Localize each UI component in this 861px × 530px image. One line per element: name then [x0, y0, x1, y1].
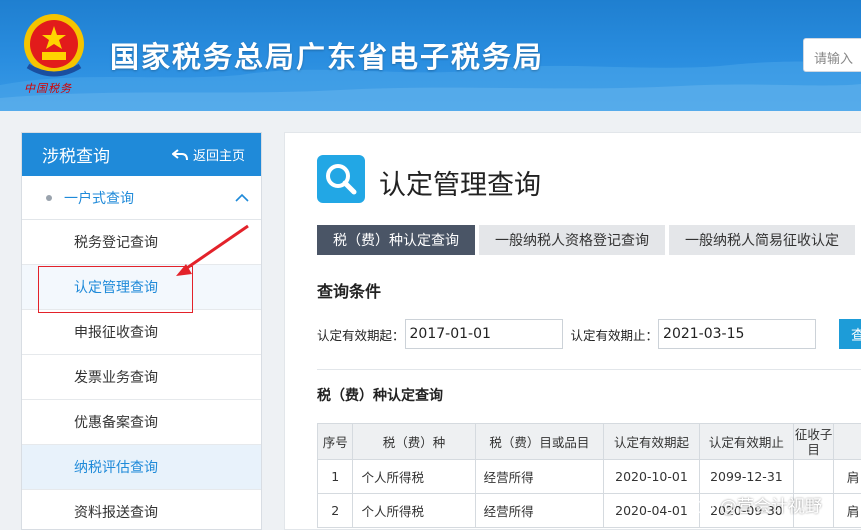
tab-tax-type[interactable]: 税（费）种认定查询 — [317, 225, 475, 255]
table-cell: 2020-04-01 — [603, 493, 700, 528]
tax-emblem-icon — [24, 14, 84, 77]
col-header: 序号 — [316, 423, 354, 460]
start-date-label: 认定有效期起： — [317, 327, 405, 343]
sidebar-item-submission[interactable]: 资料报送查询 — [22, 490, 261, 530]
table-cell: 经营所得 — [474, 493, 605, 528]
end-date-field[interactable]: 2021-03-15 — [658, 319, 817, 349]
sidebar-group-household-query[interactable]: 一户式查询 — [22, 176, 261, 220]
sidebar-item-invoice[interactable]: 发票业务查询 — [22, 355, 261, 400]
sidebar-header: 涉税查询 返回主页 — [22, 133, 261, 176]
tab-general-taxpayer[interactable]: 一般纳税人资格登记查询 — [479, 225, 665, 255]
table-cell: 1 — [316, 459, 354, 494]
table-cell: 个人所得税 — [352, 493, 476, 528]
table-cell: 2 — [316, 493, 354, 528]
table-cell: 肩 — [833, 493, 861, 528]
query-section-title: 查询条件 — [317, 282, 382, 301]
sidebar: 涉税查询 返回主页 一户式查询 税务登记查询 认定管理查询 申报征收查询 发票业… — [21, 132, 262, 530]
site-header: 中国税务 国家税务总局广东省电子税务局 请输入 — [0, 0, 861, 111]
search-page-icon — [317, 155, 365, 203]
tab-simple-levy[interactable]: 一般纳税人简易征收认定 — [669, 225, 855, 255]
bullet-icon — [46, 194, 52, 201]
site-title: 国家税务总局广东省电子税务局 — [110, 40, 545, 74]
table-row: 1 个人所得税 经营所得 2020-10-01 2099-12-31 肩 — [316, 459, 861, 494]
result-section-title: 税（费）种认定查询 — [317, 388, 443, 404]
annotation-arrow-icon — [176, 224, 249, 276]
page-title: 认定管理查询 — [379, 170, 541, 201]
weibo-icon — [694, 499, 714, 514]
table-header-row: 序号 税（费）种 税（费）目或品目 认定有效期起 认定有效期止 征收子目 — [316, 423, 861, 460]
table-cell: 肩 — [833, 459, 861, 494]
table-cell: 个人所得税 — [352, 459, 476, 494]
search-input[interactable]: 请输入 — [803, 38, 861, 72]
sidebar-title: 涉税查询 — [42, 147, 110, 167]
col-header: 认定有效期止 — [698, 423, 794, 460]
divider — [317, 369, 861, 370]
chevron-up-icon — [235, 193, 249, 202]
back-home-label: 返回主页 — [192, 149, 245, 164]
col-header: 认定有效期起 — [603, 423, 700, 460]
sidebar-item-preferential[interactable]: 优惠备案查询 — [22, 400, 261, 445]
back-arrow-icon — [171, 148, 188, 160]
start-date-field[interactable]: 2017-01-01 — [404, 319, 563, 349]
query-button[interactable]: 查 — [839, 319, 861, 349]
table-cell: 2099-12-31 — [698, 459, 794, 494]
sidebar-group-label: 一户式查询 — [64, 190, 134, 207]
sidebar-item-declaration[interactable]: 申报征收查询 — [22, 310, 261, 355]
sidebar-item-assessment[interactable]: 纳税评估查询 — [22, 445, 261, 490]
main-panel: 认定管理查询 税（费）种认定查询 一般纳税人资格登记查询 一般纳税人简易征收认定… — [284, 132, 861, 530]
query-row: 认定有效期起： 2017-01-01 认定有效期止： 2021-03-15 — [317, 319, 824, 349]
watermark-text: @营会计视野 — [720, 497, 822, 517]
tab-bar: 税（费）种认定查询 一般纳税人资格登记查询 一般纳税人简易征收认定 — [317, 225, 855, 255]
col-header: 征收子目 — [792, 423, 835, 460]
col-header: 税（费）种 — [352, 423, 476, 460]
table-cell: 2020-10-01 — [603, 459, 700, 494]
table-cell: 经营所得 — [474, 459, 605, 494]
watermark: @营会计视野 — [694, 492, 822, 517]
emblem-caption: 中国税务 — [24, 82, 72, 95]
back-home-button[interactable]: 返回主页 — [171, 145, 245, 164]
table-cell — [792, 459, 835, 494]
col-header: 税（费）目或品目 — [474, 423, 605, 460]
end-date-label: 认定有效期止： — [570, 327, 659, 343]
col-header — [833, 423, 861, 460]
